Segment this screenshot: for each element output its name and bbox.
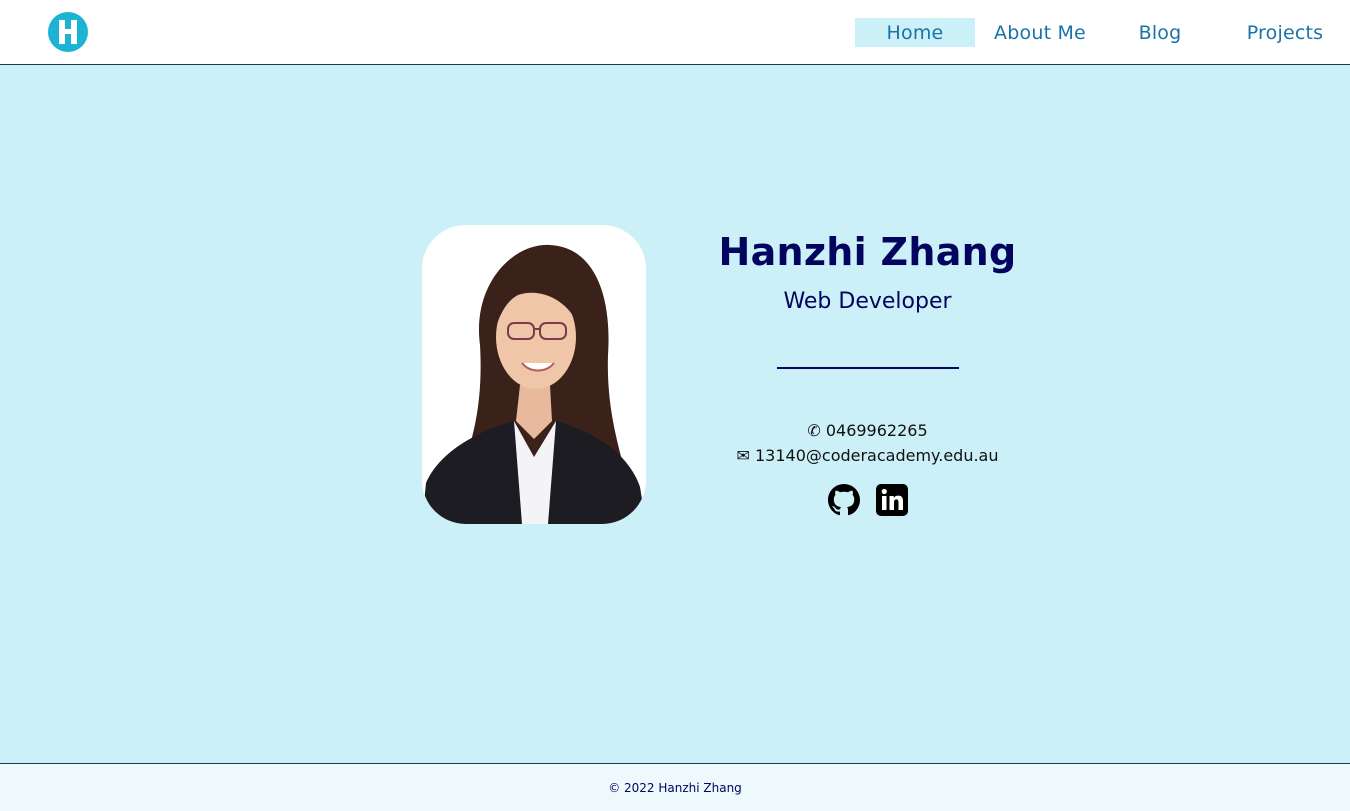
nav-blog[interactable]: Blog (1110, 18, 1210, 47)
email-address[interactable]: ✉ 13140@coderacademy.edu.au (700, 446, 1035, 465)
profile-role: Web Developer (783, 289, 952, 314)
site-footer: © 2022 Hanzhi Zhang (0, 763, 1350, 811)
profile-photo (422, 225, 646, 524)
nav-about-me[interactable]: About Me (984, 18, 1096, 47)
linkedin-icon[interactable] (876, 484, 908, 516)
phone-number[interactable]: ✆ 0469962265 (700, 421, 1035, 440)
divider (777, 367, 959, 369)
nav-home[interactable]: Home (855, 18, 975, 47)
copyright-text: © 2022 Hanzhi Zhang (608, 780, 742, 795)
logo-icon[interactable] (48, 12, 88, 52)
site-header: Home About Me Blog Projects (0, 0, 1350, 65)
profile-name: Hanzhi Zhang (718, 230, 1017, 274)
nav-projects[interactable]: Projects (1235, 18, 1335, 47)
github-icon[interactable] (828, 484, 860, 516)
